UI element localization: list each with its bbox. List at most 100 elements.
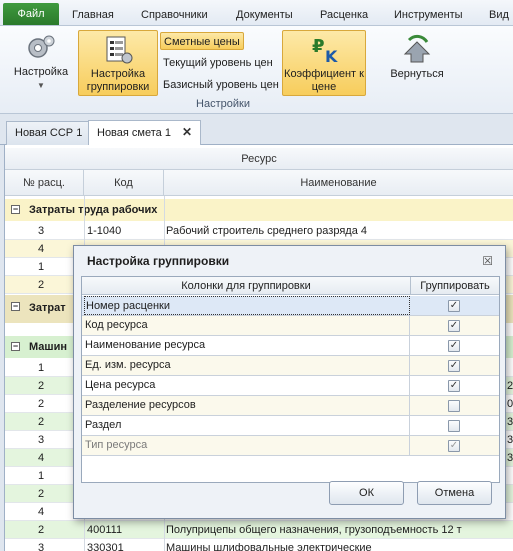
cell-num: 4 [38,506,45,518]
group-label: Затраты труда рабочих [29,204,158,216]
settings-label: Настройка [13,66,69,78]
grouping-row[interactable]: Код ресурса ✓ [82,316,499,336]
grouping-row[interactable]: Раздел [82,416,499,436]
dropdown-arrow-icon: ▼ [37,81,45,90]
grouping-row[interactable]: Разделение ресурсов [82,396,499,416]
cell-name: Рабочий строитель среднего разряда 4 [166,225,367,237]
svg-text:₽: ₽ [312,36,325,57]
cell-code: 1-1040 [87,225,122,237]
column-header-code[interactable]: Код [84,170,164,196]
grouping-row-label: Наименование ресурса [84,336,410,355]
collapse-icon[interactable]: − [11,342,20,351]
coefficient-icon: ₽ K [312,36,338,66]
grouping-settings-button[interactable]: Настройка группировки [78,30,158,96]
column-header-num[interactable]: № расц. [5,170,84,196]
cell-num: 1 [38,261,45,273]
cell-num: 1 [38,470,45,482]
grouping-columns-grid: Колонки для группировки Группировать Ном… [81,276,500,483]
tab-label: Новая ССР 1 [15,127,83,139]
cell-clipped: 0 [507,398,513,410]
grouping-row-label: Номер расценки [84,296,410,315]
grouping-row[interactable]: Наименование ресурса ✓ [82,336,499,356]
table-row[interactable]: 3 330301 Машины шлифовальные электрическ… [5,539,513,551]
grouping-row[interactable]: Номер расценки ✓ [82,296,499,316]
group-checkbox[interactable]: ✓ [448,320,460,332]
cell-num: 4 [38,243,45,255]
tab-estimate[interactable]: Новая смета 1 ✕ [88,120,202,146]
cell-code: 330301 [87,542,124,551]
price-option-base[interactable]: Базисный уровень цен [160,76,282,94]
menu-home[interactable]: Главная [72,4,114,26]
cell-num: 3 [38,225,45,237]
group-label: Затрат [29,302,66,314]
cell-num: 4 [38,452,45,464]
group-checkbox[interactable]: ✓ [448,440,460,452]
ok-button[interactable]: ОК [329,481,404,505]
svg-text:K: K [325,47,338,66]
grouping-row-label: Разделение ресурсов [84,396,410,415]
table-row[interactable]: 3 1-1040 Рабочий строитель среднего разр… [5,222,513,240]
dialog-title: Настройка группировки [87,254,230,268]
grouping-row-label: Код ресурса [84,316,410,335]
cell-num: 2 [38,416,45,428]
close-icon[interactable]: ✕ [182,121,192,143]
price-option-current[interactable]: Текущий уровень цен [160,54,276,72]
cell-clipped: 3 [507,434,513,446]
group-checkbox[interactable]: ✓ [448,380,460,392]
group-checkbox[interactable] [448,420,460,432]
grouping-row-label: Тип ресурса [84,436,410,455]
coefficient-label: Коэффициент к цене [284,68,364,93]
gear-icon [28,35,55,58]
grouping-settings-dialog: Настройка группировки ☒ Колонки для груп… [73,245,506,519]
grouping-row-label: Ед. изм. ресурса [84,356,410,375]
group-checkbox[interactable] [448,400,460,412]
grouping-row[interactable]: Цена ресурса ✓ [82,376,499,396]
ribbon-group-label: Настройки [196,98,250,110]
coefficient-button[interactable]: ₽ K Коэффициент к цене [282,30,366,96]
grouping-row[interactable]: Ед. изм. ресурса ✓ [82,356,499,376]
cell-num: 1 [38,362,45,374]
cell-num: 2 [38,488,45,500]
cell-num: 2 [38,380,45,392]
cancel-button[interactable]: Отмена [417,481,492,505]
group-checkbox[interactable]: ✓ [448,360,460,372]
menu-references[interactable]: Справочники [141,4,208,26]
cell-clipped: 3 [507,452,513,464]
menu-bar: Файл Главная Справочники Документы Расце… [0,0,513,26]
menu-tools[interactable]: Инструменты [394,4,463,26]
cell-num: 3 [38,434,45,446]
collapse-icon[interactable]: − [11,205,20,214]
back-label: Вернуться [390,68,444,80]
cell-name: Полуприцепы общего назначения, грузоподъ… [166,524,462,536]
column-header-group: Группировать [411,277,499,295]
back-arrow-icon [403,34,431,63]
tab-ssr[interactable]: Новая ССР 1 [6,121,92,145]
menu-view[interactable]: Вид [489,4,509,26]
group-checkbox[interactable]: ✓ [448,300,460,312]
group-row[interactable]: − Затраты труда рабочих [5,199,513,221]
menu-documents[interactable]: Документы [236,4,293,26]
menu-pricing[interactable]: Расценка [320,4,368,26]
cell-clipped: 3 [507,416,513,428]
grouping-row[interactable]: Тип ресурса ✓ [82,436,499,456]
column-header-name[interactable]: Наименование [164,170,513,196]
grouping-row-label: Раздел [84,416,410,435]
table-row[interactable]: 2 400111 Полуприцепы общего назначения, … [5,521,513,539]
grouping-settings-label: Настройка группировки [86,68,150,93]
close-icon[interactable]: ☒ [482,254,493,268]
cell-num: 2 [38,398,45,410]
cell-clipped: 2 [507,380,513,392]
document-tabs: Новая ССР 1 Новая смета 1 ✕ [0,115,513,146]
group-checkbox[interactable]: ✓ [448,340,460,352]
cell-code: 400111 [87,524,123,536]
price-option-estimate[interactable]: Сметные цены [160,32,244,50]
back-button[interactable]: Вернуться [382,30,452,96]
super-header: Ресурс [5,148,513,170]
grouping-row-label: Цена ресурса [84,376,410,395]
settings-button[interactable]: Настройка ▼ [6,28,76,94]
menu-file[interactable]: Файл [3,3,59,25]
tab-label: Новая смета 1 [97,127,171,139]
ribbon: Настройка ▼ Настройка группировки Сметны… [0,26,513,114]
collapse-icon[interactable]: − [11,302,20,311]
group-label: Машин [29,341,67,353]
